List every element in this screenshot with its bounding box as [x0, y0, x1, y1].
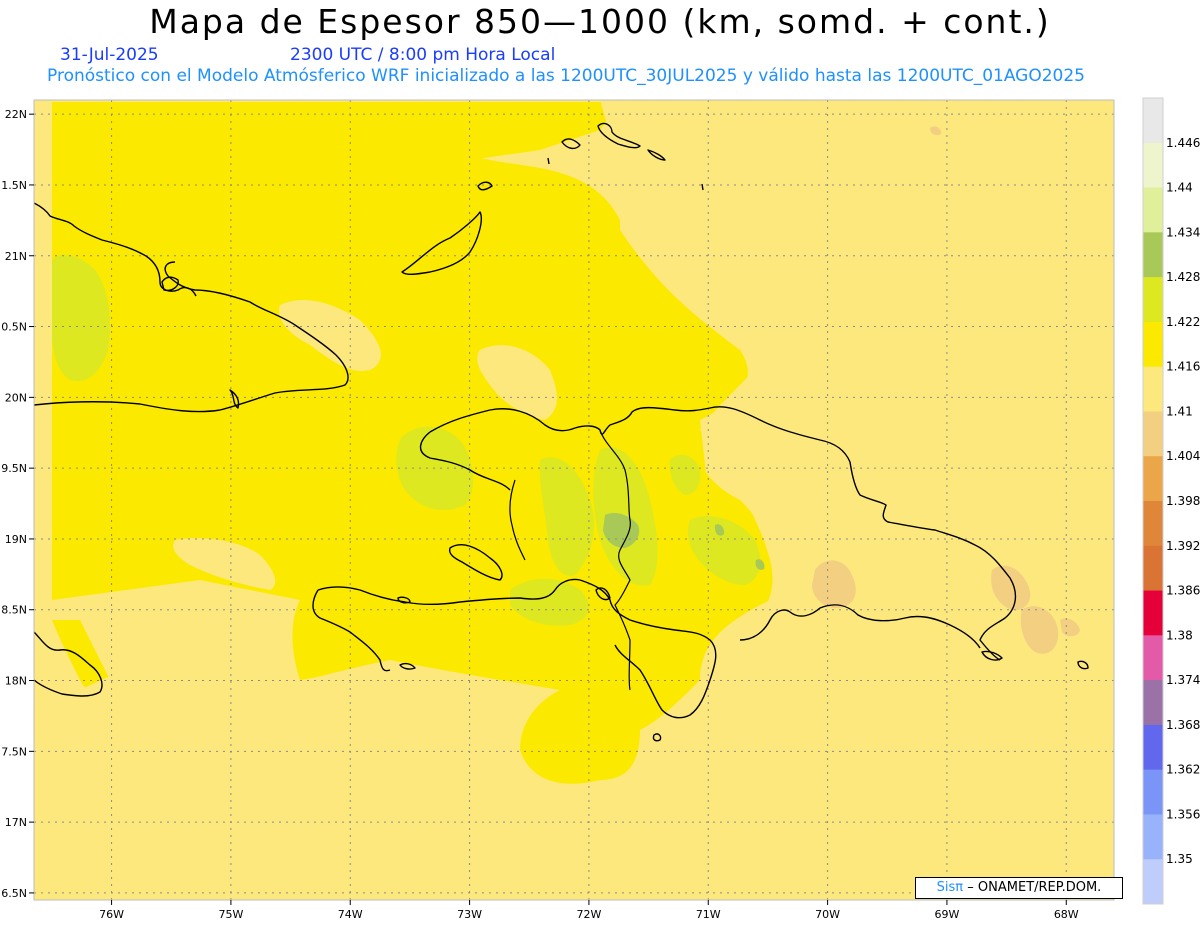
lat-tick-label: 22N	[5, 108, 27, 121]
colorbar-label: 1.392	[1166, 539, 1200, 553]
colorbar-swatch	[1143, 321, 1163, 368]
colorbar-swatch	[1143, 724, 1163, 771]
lat-tick-label: 20N	[5, 391, 27, 404]
colorbar-swatch	[1143, 680, 1163, 726]
lat-tick-label: 19N	[5, 533, 27, 546]
colorbar-swatch	[1143, 814, 1163, 860]
colorbar-label: 1.446	[1166, 136, 1200, 150]
colorbar-label: 1.35	[1166, 852, 1193, 866]
lon-tick-label: 69W	[934, 908, 959, 921]
colorbar-swatch	[1143, 769, 1163, 815]
colorbar-label: 1.356	[1166, 807, 1200, 821]
lon-tick-label: 70W	[815, 908, 840, 921]
lat-tick-label: 0.5N	[1, 321, 27, 334]
colorbar-label: 1.44	[1166, 181, 1193, 195]
lon-tick-label: 71W	[696, 908, 721, 921]
lon-tick-label: 74W	[338, 908, 363, 921]
colorbar-label: 1.368	[1166, 718, 1200, 732]
colorbar-swatch	[1143, 411, 1163, 457]
colorbar-label: 1.428	[1166, 270, 1200, 284]
thickness-map: 22N 1.5N 21N 0.5N 20N 9.5N 19N 8.5N 18N 7.5N 17N 6.…	[1, 97, 1200, 921]
lat-tick-label: 21N	[5, 250, 27, 263]
colorbar-swatch	[1143, 456, 1163, 502]
lat-tick-label: 17N	[5, 816, 27, 829]
colorbar-label: 1.434	[1166, 225, 1200, 239]
colorbar-label: 1.386	[1166, 584, 1200, 598]
colorbar: 1.446 1.44 1.434 1.428 1.422 1.416 1.41 1.404 1.…	[1142, 97, 1200, 905]
lat-tick-label: 9.5N	[1, 462, 27, 475]
lon-tick-label: 73W	[457, 908, 482, 921]
credit-text: – ONAMET/REP.DOM.	[967, 880, 1102, 895]
longitude-axis: 76W 75W 74W 73W 72W 71W 70W 69W 68W	[99, 900, 1079, 921]
lat-tick-label: 18N	[5, 675, 27, 688]
colorbar-swatch	[1143, 590, 1163, 636]
colorbar-swatch	[1143, 142, 1163, 189]
colorbar-swatch	[1143, 98, 1163, 144]
colorbar-label: 1.404	[1166, 449, 1200, 463]
lon-tick-label: 68W	[1054, 908, 1079, 921]
colorbar-swatch	[1143, 545, 1163, 592]
credit-box: Sisπ – ONAMET/REP.DOM.	[915, 877, 1123, 899]
colorbar-label: 1.38	[1166, 628, 1193, 642]
colorbar-swatch	[1143, 187, 1163, 233]
colorbar-label: 1.362	[1166, 763, 1200, 777]
lat-tick-label: 1.5N	[1, 179, 27, 192]
lat-tick-label: 8.5N	[1, 604, 27, 617]
colorbar-swatch	[1143, 277, 1163, 323]
cay-north	[701, 183, 704, 191]
colorbar-swatch	[1143, 635, 1163, 681]
colorbar-swatch	[1143, 232, 1163, 278]
colorbar-label: 1.41	[1166, 404, 1193, 418]
thickness-fields	[34, 100, 1114, 900]
lon-tick-label: 72W	[576, 908, 601, 921]
lat-tick-label: 7.5N	[1, 745, 27, 758]
brand-logo: Sisπ	[936, 880, 964, 895]
colorbar-label: 1.398	[1166, 494, 1200, 508]
lon-tick-label: 75W	[218, 908, 243, 921]
lon-tick-label: 76W	[99, 908, 124, 921]
colorbar-label: 1.422	[1166, 315, 1200, 329]
colorbar-swatch	[1143, 501, 1163, 547]
island-tortuga	[547, 157, 550, 165]
colorbar-label: 1.416	[1166, 360, 1200, 374]
latitude-axis: 22N 1.5N 21N 0.5N 20N 9.5N 19N 8.5N 18N 7.5N 17N 6.…	[1, 108, 34, 900]
colorbar-label: 1.374	[1166, 673, 1200, 687]
colorbar-swatch	[1143, 366, 1163, 412]
lat-tick-label: 6.5N	[1, 887, 27, 900]
colorbar-swatch	[1143, 859, 1163, 905]
